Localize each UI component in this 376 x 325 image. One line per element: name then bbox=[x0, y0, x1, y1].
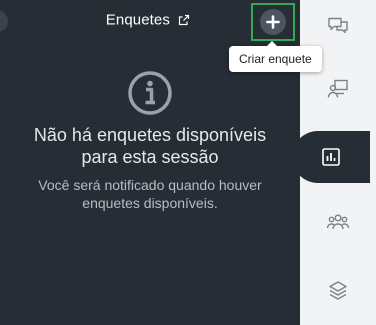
external-link-icon[interactable] bbox=[178, 14, 190, 26]
poll-chart-icon bbox=[322, 148, 340, 166]
layers-icon bbox=[329, 281, 347, 300]
rail-item-chat[interactable] bbox=[300, 0, 376, 50]
panel-header: Enquetes bbox=[0, 0, 300, 44]
chat-icon bbox=[328, 17, 348, 34]
empty-state-title: Não há enquetes disponíveis para esta se… bbox=[33, 125, 267, 167]
empty-state-description: Você será notificado quando houver enque… bbox=[38, 177, 262, 211]
rail-item-participants[interactable] bbox=[300, 197, 376, 247]
plus-icon bbox=[266, 15, 280, 29]
people-icon bbox=[326, 214, 350, 230]
rail-item-layers[interactable] bbox=[300, 265, 376, 315]
create-poll-button-circle[interactable] bbox=[260, 9, 286, 35]
empty-state: Não há enquetes disponíveis para esta se… bbox=[0, 70, 300, 212]
info-icon bbox=[128, 71, 172, 115]
create-poll-button[interactable] bbox=[251, 3, 295, 41]
polls-screen: Enquetes Não há enquetes disponíveis par… bbox=[0, 0, 376, 325]
create-poll-tooltip: Criar enquete bbox=[229, 41, 322, 72]
panel-title-text: Enquetes bbox=[105, 11, 170, 29]
presenter-icon bbox=[327, 79, 348, 98]
rail-item-polls[interactable] bbox=[292, 131, 370, 183]
